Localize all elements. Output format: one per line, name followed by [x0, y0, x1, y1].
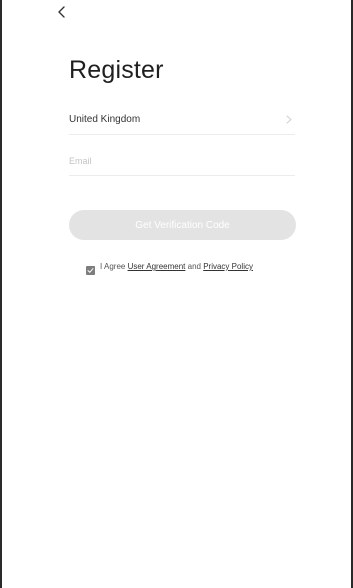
chevron-right-icon [283, 114, 295, 126]
screen-border-left [0, 0, 2, 588]
agreement-row: I Agree User Agreement and Privacy Polic… [86, 262, 286, 275]
privacy-policy-link[interactable]: Privacy Policy [203, 262, 253, 271]
agreement-text: I Agree User Agreement and Privacy Polic… [100, 262, 253, 272]
user-agreement-link[interactable]: User Agreement [128, 262, 186, 271]
country-value: United Kingdom [69, 114, 141, 125]
agreement-prefix: I Agree [100, 262, 128, 271]
country-selector[interactable]: United Kingdom [69, 105, 295, 135]
checkmark-icon [87, 268, 94, 273]
page-title: Register [69, 56, 164, 84]
back-button[interactable] [52, 2, 72, 22]
chevron-left-icon [57, 6, 67, 18]
get-verification-code-button[interactable]: Get Verification Code [69, 210, 296, 240]
agreement-checkbox[interactable] [86, 266, 95, 275]
agreement-conjunction: and [185, 262, 204, 271]
email-field[interactable] [69, 155, 295, 166]
email-field-row [69, 146, 295, 176]
